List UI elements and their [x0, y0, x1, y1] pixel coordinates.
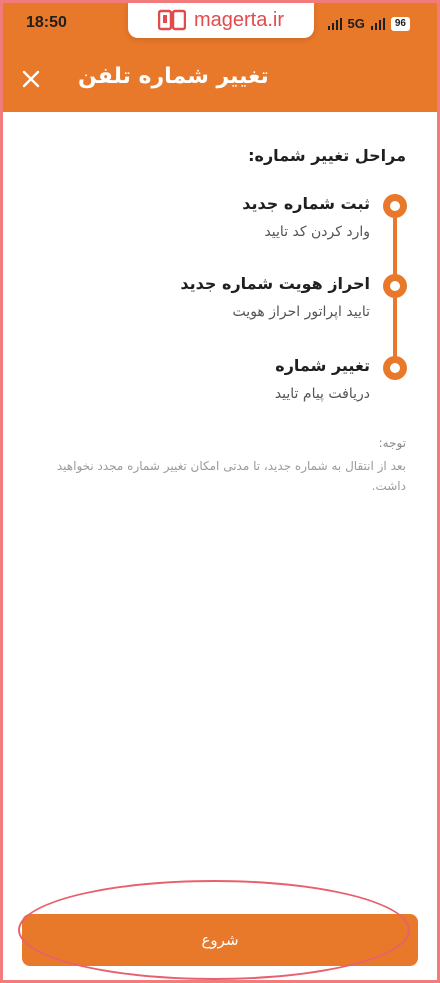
app-topbar: 18:50 5G 96 magerta.ir تغییر شماره تلفن	[0, 0, 440, 112]
step-2-subtitle: تایید اپراتور احراز هویت	[232, 304, 370, 320]
step-3-title: تغییر شماره	[275, 356, 370, 375]
step-2-marker	[383, 274, 407, 298]
step-1-subtitle: وارد کردن کد تایید	[264, 224, 370, 240]
step-3-subtitle: دریافت پیام تایید	[274, 386, 370, 402]
status-time: 18:50	[26, 14, 67, 31]
page-title: تغییر شماره تلفن	[78, 64, 269, 89]
start-button[interactable]: شروع	[22, 914, 418, 966]
wifi-signal-icon	[327, 17, 342, 30]
start-button-label: شروع	[201, 931, 239, 949]
steps-heading: مراحل تغییر شماره:	[248, 146, 406, 165]
note-label: توجه:	[378, 436, 406, 450]
close-icon	[22, 70, 40, 88]
step-1-marker	[383, 194, 407, 218]
step-2-title: احراز هویت شماره جدید	[180, 274, 370, 293]
step-3-marker	[383, 356, 407, 380]
status-indicators: 5G 96	[327, 16, 410, 31]
battery-level: 96	[390, 16, 410, 31]
close-button[interactable]	[14, 62, 48, 96]
network-type: 5G	[347, 16, 365, 31]
watermark-text: magerta.ir	[193, 8, 285, 31]
step-1-title: ثبت شماره جدید	[242, 194, 370, 213]
book-logo-icon	[157, 9, 186, 31]
cell-signal-icon	[370, 17, 385, 30]
note-text: بعد از انتقال به شماره جدید، تا مدتی امک…	[56, 459, 406, 493]
page-header: تغییر شماره تلفن	[0, 48, 440, 112]
watermark-banner: magerta.ir	[128, 2, 314, 38]
